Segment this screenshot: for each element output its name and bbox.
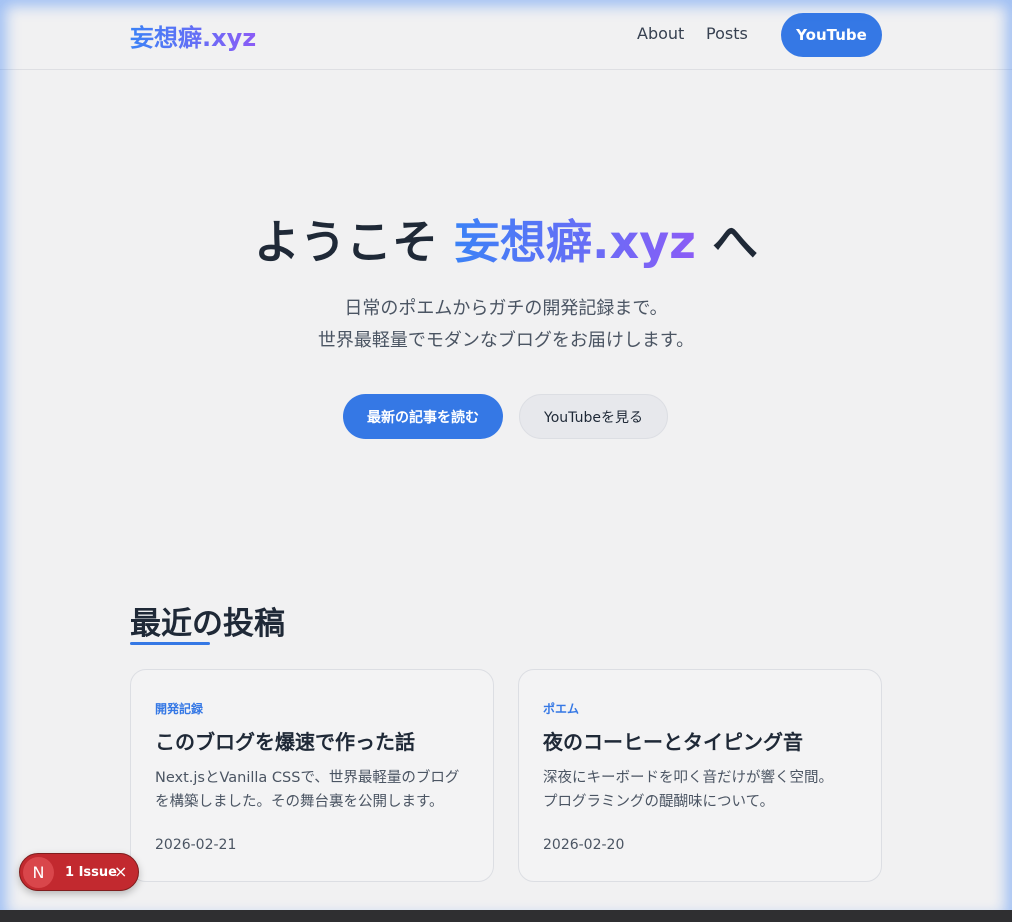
post-date: 2026-02-20: [543, 837, 625, 853]
recent-posts-heading: 最近の投稿: [130, 606, 285, 642]
post-card[interactable]: ポエム 夜のコーヒーとタイピング音 深夜にキーボードを叩く音だけが響く空間。 プ…: [518, 669, 882, 882]
post-title[interactable]: このブログを爆速で作った話: [155, 726, 415, 755]
post-description-line: を構築しました。その舞台裏を公開します。: [155, 794, 444, 810]
site-logo[interactable]: 妄想癖.xyz: [130, 18, 256, 53]
read-latest-button[interactable]: 最新の記事を読む: [343, 394, 503, 439]
nav-youtube-button[interactable]: YouTube: [781, 13, 882, 57]
hero-title-prefix: ようこそ: [254, 215, 455, 269]
post-description-line: Next.jsとVanilla CSSで、世界最軽量のブログ: [155, 770, 460, 786]
issue-count-label[interactable]: 1 Issue: [65, 865, 117, 880]
post-card[interactable]: 開発記録 このブログを爆速で作った話 Next.jsとVanilla CSSで、…: [130, 669, 494, 882]
close-icon[interactable]: ×: [114, 862, 127, 881]
watch-youtube-button[interactable]: YouTubeを見る: [519, 394, 668, 439]
nav-posts-link[interactable]: Posts: [706, 24, 748, 43]
hero-title-suffix: へ: [695, 215, 758, 269]
post-category: 開発記録: [155, 702, 204, 716]
post-description-line: プログラミングの醍醐味について。: [543, 794, 775, 810]
post-description: 深夜にキーボードを叩く音だけが響く空間。 プログラミングの醍醐味について。: [543, 766, 863, 814]
post-category: ポエム: [543, 702, 580, 716]
post-title[interactable]: 夜のコーヒーとタイピング音: [543, 726, 803, 755]
dev-issues-badge[interactable]: N 1 Issue ×: [19, 853, 139, 891]
post-date: 2026-02-21: [155, 837, 237, 853]
nav-about-link[interactable]: About: [637, 24, 684, 43]
hero-title-brand: 妄想癖.xyz: [454, 215, 696, 269]
post-description-line: 深夜にキーボードを叩く音だけが響く空間。: [543, 770, 833, 786]
heading-underline: [130, 642, 210, 645]
nextjs-logo-icon[interactable]: N: [23, 857, 54, 888]
site-header: 妄想癖.xyz About Posts YouTube: [0, 0, 1012, 70]
post-description: Next.jsとVanilla CSSで、世界最軽量のブログ を構築しました。そ…: [155, 766, 475, 814]
footer-edge: [0, 910, 1012, 922]
hero-subtitle-line2: 世界最軽量でモダンなブログをお届けします。: [317, 330, 695, 351]
hero-title: ようこそ 妄想癖.xyz へ: [0, 206, 1012, 272]
hero-subtitle-line1: 日常のポエムからガチの開発記録まで。: [344, 298, 668, 319]
